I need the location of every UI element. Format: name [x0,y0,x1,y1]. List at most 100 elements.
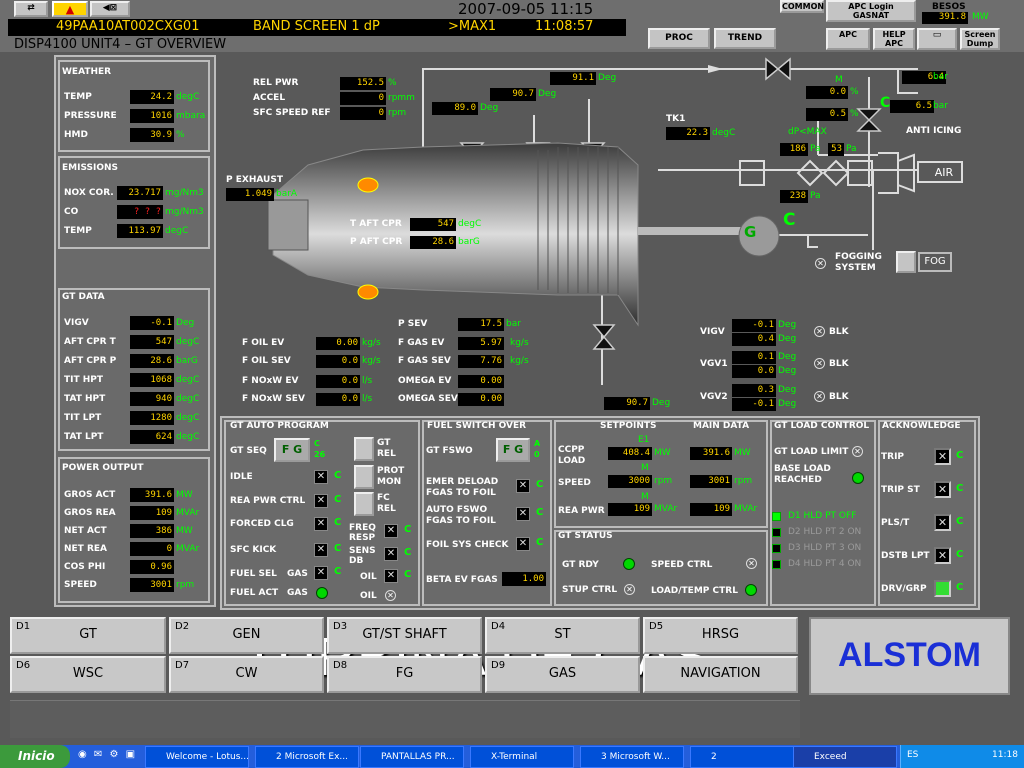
fuel-auto-check[interactable]: ✕ [516,507,530,521]
auto-forced-check[interactable]: ✕ [314,517,328,531]
fog-toggle[interactable] [896,251,916,273]
language-indicator[interactable]: ES [907,750,918,760]
nav-button-6[interactable]: D7 CW [169,656,324,693]
gtdata-row-label: TAT LPT [64,432,104,442]
gtdata-row-unit: degC [176,337,200,347]
nav-button-7[interactable]: D8 FG [327,656,482,693]
vgv2-label: VGV2 [700,392,728,402]
rel-pwr-value: 152.5 [340,77,386,90]
auto-sens-check[interactable]: ✕ [384,547,398,561]
fuel-act-label: FUEL ACT [230,588,279,598]
taskbar-item-0[interactable]: Welcome - Lotus... [145,746,249,768]
vgv2-b-unit: Deg [778,399,797,409]
trend-button[interactable]: TREND [714,28,776,49]
nav-button-3[interactable]: D4 ST [485,617,640,654]
alstom-logo: ALSTOM [809,617,1010,695]
apc-button[interactable]: APC [826,28,870,50]
main-data-title: MAIN DATA [693,421,750,431]
ack-0-check[interactable]: ✕ [934,448,951,465]
power-row-label: SPEED [64,580,97,590]
mute-speaker-icon[interactable]: ◀⊠ [90,1,130,17]
besos-value: 391.8 [922,12,968,24]
nav-button-5[interactable]: D6 WSC [10,656,166,693]
vgv1-a-unit: Deg [778,352,797,362]
f-oil-sev-label: F OIL SEV [242,356,291,366]
load-md-unit: MW [734,448,751,458]
weather-row-label: TEMP [64,92,92,102]
nav-button-8[interactable]: D9 GAS [485,656,640,693]
power-row-label: NET ACT [64,526,107,536]
auto-protmon-toggle[interactable] [354,465,374,489]
ack-2-check[interactable]: ✕ [934,514,951,531]
load-sp-unit: MW [654,448,671,458]
page-title: DISP4100 UNIT4 – GT OVERVIEW [14,37,227,52]
max-label: >MAX1 [448,19,497,34]
auto-freq-check[interactable]: ✕ [384,524,398,538]
taskbar-item-5[interactable]: 2 [690,746,794,768]
screen-dump-button[interactable]: Screen Dump [960,28,1000,50]
f-oil-sev-unit: kg/s [362,356,381,366]
f-noxw-sev-label: F NOxW SEV [242,394,305,404]
proc-button[interactable]: PROC [648,28,710,49]
vigv-a-value: -0.1 [732,319,776,332]
gtdata-row-unit: barG [176,356,198,366]
nav-button-1[interactable]: D2 GEN [169,617,324,654]
auto-fcrel-toggle[interactable] [354,492,374,516]
screen-icon[interactable]: ▭ [917,28,957,50]
bar2-value: 6.5 [890,100,934,113]
pa2-value: 53 [828,143,844,156]
weather-row-label: HMD [64,130,88,140]
apc-login-button[interactable]: APC Login GASNAT [826,0,916,22]
fswo-fg-button[interactable]: F G [496,438,530,462]
load-d2-label: D2 HLD PT 2 ON [788,527,862,537]
gt-seq-fg-button[interactable]: F G [274,438,310,462]
auto-gtrel-toggle[interactable] [354,437,374,461]
taskbar-item-2[interactable]: PANTALLAS PR... [360,746,464,768]
load-d4-indicator [772,560,781,569]
taskbar-item-4[interactable]: 3 Microsoft W... [580,746,684,768]
help-apc-button[interactable]: HELP APC [873,28,915,50]
alarm-icon[interactable]: ▲ [52,1,88,17]
vigv-a-unit: Deg [778,320,797,330]
power-title: POWER OUTPUT [62,463,144,473]
quick-launch-icons[interactable]: ◉ ✉ ⚙ ▣ [78,749,142,765]
nav-button-9[interactable]: NAVIGATION [643,656,798,693]
taskbar-item-3[interactable]: X-Terminal [470,746,574,768]
t-aft-cpr-value: 547 [410,218,456,231]
foil-check-box[interactable]: ✕ [516,537,530,551]
gtdata-row-value: 940 [130,392,174,406]
nav-button-4[interactable]: D5 HRSG [643,617,798,654]
ack-4-c: C [956,582,964,593]
gtdata-row-label: TAT HPT [64,394,106,404]
speed-m: M [641,463,649,473]
auto-idle-check[interactable]: ✕ [314,470,328,484]
start-button[interactable]: Inicio [0,745,70,768]
power-row-label: COS PHI [64,562,106,572]
common-button[interactable]: COMMON [780,0,824,13]
beta-label: BETA EV FGAS [426,575,498,585]
auto-rea-check[interactable]: ✕ [314,494,328,508]
arrows-icon[interactable]: ⇄ [14,1,48,17]
taskbar-item-6[interactable]: Exceed [793,746,897,768]
vigv-blk-label: BLK [829,327,849,337]
auto-program-title: GT AUTO PROGRAM [230,421,329,431]
ack-4-check[interactable] [934,580,951,597]
nav-button-2[interactable]: D3 GT/ST SHAFT [327,617,482,654]
taskbar-item-1[interactable]: 2 Microsoft Ex... [255,746,359,768]
auto-oil-check[interactable]: ✕ [384,569,398,583]
fuel-sel-check[interactable]: ✕ [314,566,328,580]
ack-3-check[interactable]: ✕ [934,547,951,564]
air-label: AIR [934,166,954,179]
nav-button-0[interactable]: D1 GT [10,617,166,654]
emissions-row-value: ? ? ? [117,205,163,219]
ack-1-check[interactable]: ✕ [934,481,951,498]
fuel-emer-check[interactable]: ✕ [516,479,530,493]
power-row-value: 391.6 [130,488,174,502]
ack-3-c: C [956,549,964,560]
auto-sfc-check[interactable]: ✕ [314,543,328,557]
p-sev-unit: bar [506,319,521,329]
gt-rdy-label: GT RDY [562,560,599,570]
weather-title: WEATHER [62,67,112,77]
gt-seq-c26: C 26 [314,439,326,459]
vigv-label: VIGV [700,327,725,337]
